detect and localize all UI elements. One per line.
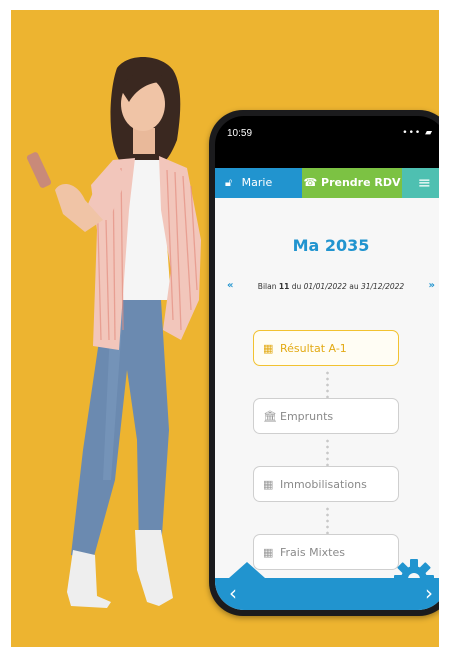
step-label: Immobilisations	[280, 478, 367, 491]
photo-background: 10:59 ••• ▰ 🔓︎ Marie ☎︎ Prendre RDV ≡ Ma…	[11, 10, 439, 647]
period-number: 11	[278, 282, 290, 291]
step-label: Emprunts	[280, 410, 334, 423]
previous-period-icon[interactable]: «	[227, 280, 233, 291]
signal-wifi-battery-icon: ••• ▰	[402, 128, 433, 138]
chevron-left-icon[interactable]: ‹	[229, 581, 237, 605]
period-selector: « Bilan 11 du 01/01/2022 au 31/12/2022 »	[215, 280, 439, 291]
connector-dots	[326, 370, 329, 400]
top-bar: 🔓︎ Marie ☎︎ Prendre RDV ≡	[215, 168, 439, 198]
phone-screen: 10:59 ••• ▰ 🔓︎ Marie ☎︎ Prendre RDV ≡ Ma…	[215, 116, 439, 610]
step-emprunts[interactable]: 🏛 Emprunts	[253, 398, 399, 434]
rdv-label: Prendre RDV	[321, 176, 401, 189]
step-label: Résultat A-1	[280, 342, 347, 355]
step-frais-mixtes[interactable]: ▦ Frais Mixtes	[253, 534, 399, 570]
menu-button[interactable]: ≡	[402, 168, 439, 198]
user-button[interactable]: 🔓︎ Marie	[225, 168, 272, 198]
phone-icon: ☎︎	[303, 176, 318, 189]
connector-dots	[326, 506, 329, 536]
smartphone: 10:59 ••• ▰ 🔓︎ Marie ☎︎ Prendre RDV ≡ Ma…	[209, 110, 439, 616]
status-bar: 10:59 ••• ▰	[215, 116, 439, 168]
step-label: Frais Mixtes	[280, 546, 345, 559]
chevron-right-icon[interactable]: ›	[425, 581, 433, 605]
period-start: 01/01/2022	[303, 282, 347, 291]
next-period-icon[interactable]: »	[429, 280, 435, 291]
step-resultat[interactable]: ▦ Résultat A-1	[253, 330, 399, 366]
connector-dots	[326, 438, 329, 468]
app-view: 🔓︎ Marie ☎︎ Prendre RDV ≡ Ma 2035 « Bila…	[215, 168, 439, 610]
unlock-icon: 🔓︎	[225, 176, 233, 189]
step-immobilisations[interactable]: ▦ Immobilisations	[253, 466, 399, 502]
hamburger-icon: ≡	[417, 173, 432, 192]
bottom-nav-bar: ‹ ›	[215, 578, 439, 610]
prendre-rdv-button[interactable]: ☎︎ Prendre RDV	[302, 168, 402, 198]
calculator-icon: ▦	[263, 342, 274, 355]
table-icon: ▦	[263, 478, 274, 491]
period-prefix: Bilan	[257, 282, 277, 291]
period-au: au	[349, 282, 359, 291]
user-name: Marie	[241, 176, 273, 189]
page-title: Ma 2035	[292, 236, 370, 255]
period-du: du	[291, 282, 302, 291]
bank-icon: 🏛	[263, 410, 277, 423]
clock: 10:59	[227, 128, 253, 139]
period-end: 31/12/2022	[360, 282, 405, 291]
